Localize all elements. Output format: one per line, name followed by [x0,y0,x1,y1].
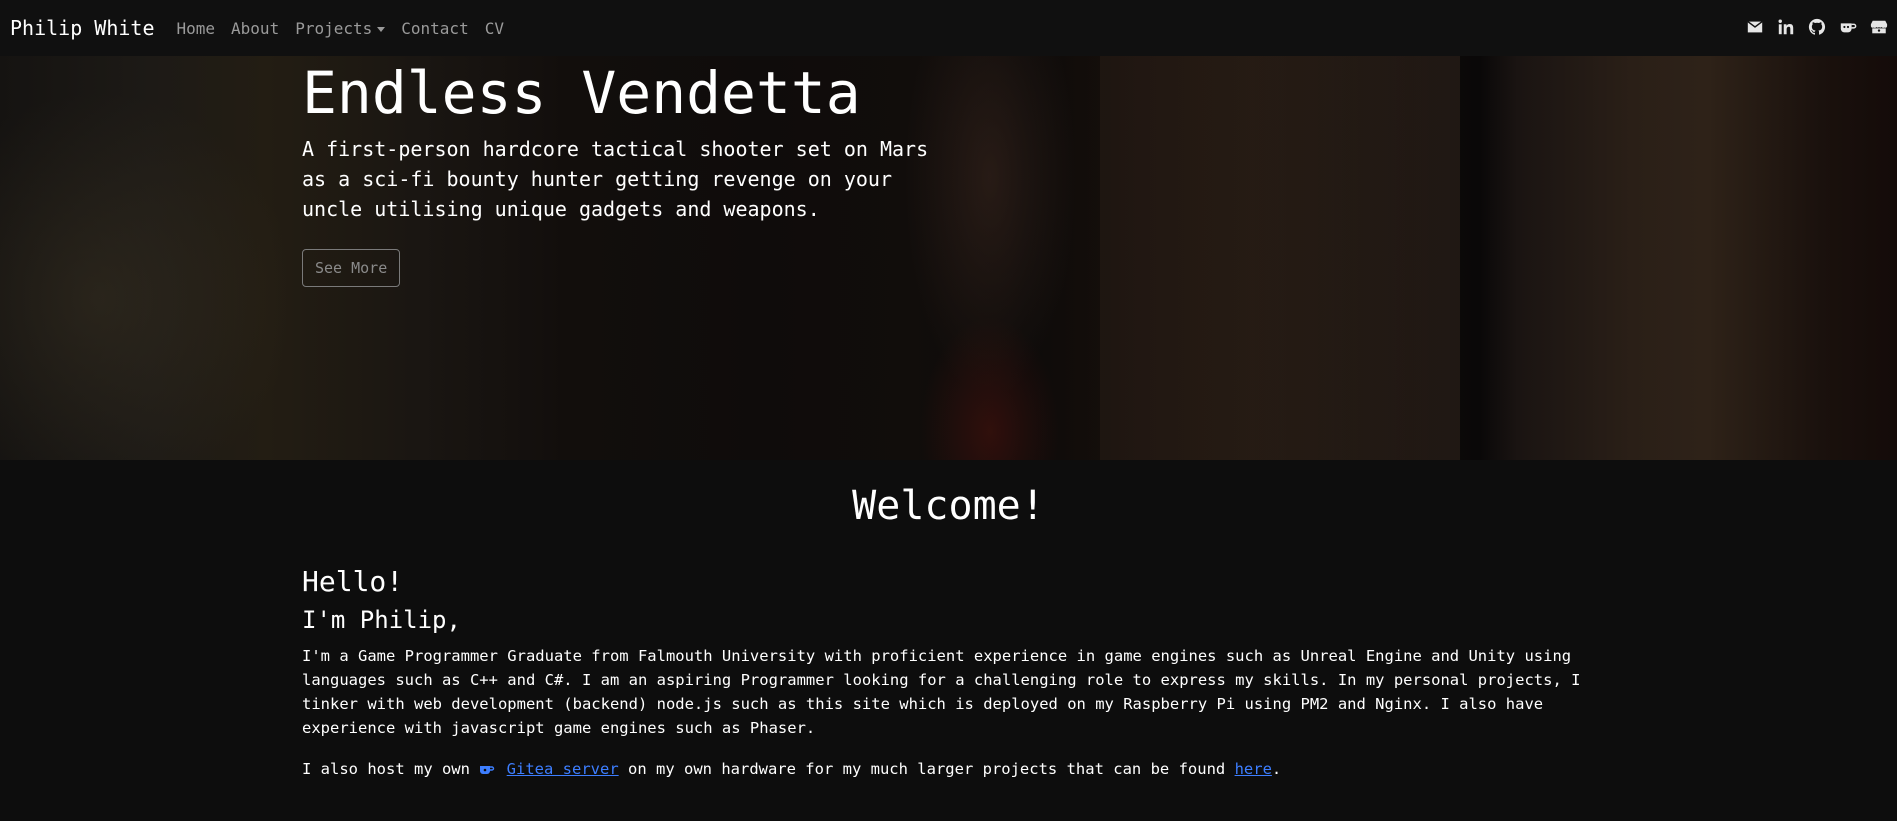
hero-background-image [0,56,330,460]
nav-home-link[interactable]: Home [177,19,216,38]
hero-banner [0,56,1897,460]
hero-background-shade [1100,56,1460,460]
github-icon[interactable] [1807,17,1827,37]
nav-cv-link[interactable]: CV [485,19,504,38]
gitea-icon[interactable] [1838,17,1858,37]
hero-title: Endless Vendetta [302,59,861,127]
social-icons [1734,17,1889,37]
linkedin-icon[interactable] [1776,17,1796,37]
envelope-icon[interactable] [1745,17,1765,37]
host-suffix: . [1271,760,1282,778]
brand-link[interactable]: Philip White [10,16,155,40]
gitea-server-link[interactable]: Gitea server [507,760,619,778]
host-middle: on my own hardware for my much larger pr… [628,760,1226,778]
see-more-button[interactable]: See More [302,249,401,287]
about-paragraph: I'm a Game Programmer Graduate from Falm… [302,647,1581,737]
hero-subtitle: A first-person hardcore tactical shooter… [302,137,929,221]
hero-background-shirt [920,316,1060,460]
welcome-heading: Welcome! [852,483,1045,529]
gitea-icon [480,766,495,774]
nav-about-link[interactable]: About [231,19,279,38]
itchio-icon[interactable] [1869,17,1889,37]
nav-projects-label: Projects [295,18,373,38]
caret-down-icon [377,26,386,32]
nav-contact-link[interactable]: Contact [401,19,468,38]
navbar: Philip White Home About Projects Contact… [0,0,1897,56]
intro-heading: I'm Philip, [302,606,461,634]
here-link[interactable]: here [1235,760,1272,778]
nav-projects-dropdown[interactable]: Projects [295,18,386,38]
host-prefix: I also host my own [302,760,470,778]
nav-links: Home About Projects Contact CV [169,19,512,38]
host-paragraph: I also host my own Gitea server on my ow… [302,757,1602,781]
hello-heading: Hello! [302,565,404,598]
